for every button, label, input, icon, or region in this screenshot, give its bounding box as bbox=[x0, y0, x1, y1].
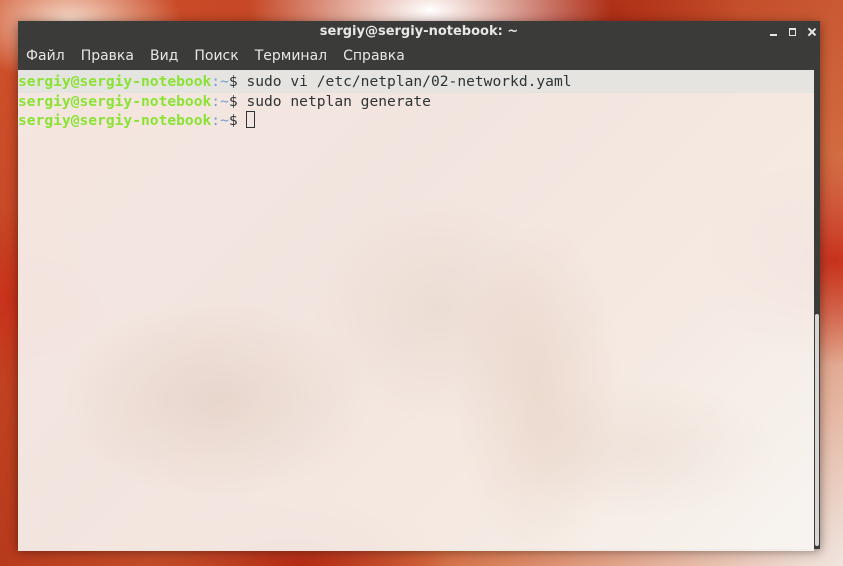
minimize-icon[interactable] bbox=[769, 26, 778, 38]
menu-search[interactable]: Поиск bbox=[186, 43, 246, 70]
terminal-line: sergiy@sergiy-notebook:~$ bbox=[18, 111, 814, 131]
window-controls bbox=[769, 21, 816, 43]
titlebar[interactable]: sergiy@sergiy-notebook: ~ bbox=[18, 21, 820, 43]
terminal-output[interactable]: sergiy@sergiy-notebook:~$ sudo vi /etc/n… bbox=[18, 70, 814, 551]
prompt-path: :~ bbox=[211, 92, 229, 110]
command-text: sudo vi /etc/netplan/02-networkd.yaml bbox=[246, 73, 572, 90]
menu-edit[interactable]: Правка bbox=[73, 43, 142, 70]
terminal-background bbox=[18, 70, 814, 551]
terminal-line: sergiy@sergiy-notebook:~$ sudo netplan g… bbox=[18, 92, 814, 112]
terminal-window: sergiy@sergiy-notebook: ~ Файл Правка Ви… bbox=[18, 21, 820, 551]
text-cursor bbox=[246, 111, 256, 128]
window-title: sergiy@sergiy-notebook: ~ bbox=[319, 24, 519, 39]
close-icon[interactable] bbox=[807, 26, 816, 38]
prompt-user: sergiy@sergiy-notebook bbox=[18, 112, 212, 129]
menu-help[interactable]: Справка bbox=[335, 43, 413, 70]
menu-terminal[interactable]: Терминал bbox=[247, 43, 335, 70]
prompt-path: :~ bbox=[211, 112, 229, 129]
prompt-symbol: $ bbox=[228, 73, 247, 90]
maximize-icon[interactable] bbox=[788, 26, 797, 38]
menu-view[interactable]: Вид bbox=[142, 43, 186, 70]
prompt-user: sergiy@sergiy-notebook bbox=[18, 73, 212, 90]
prompt-user: sergiy@sergiy-notebook bbox=[18, 92, 212, 110]
prompt-path: :~ bbox=[211, 73, 229, 90]
menu-file[interactable]: Файл bbox=[26, 43, 73, 70]
scrollbar[interactable] bbox=[814, 70, 820, 549]
prompt-symbol: $ bbox=[228, 92, 247, 110]
command-text: sudo netplan generate bbox=[246, 92, 431, 110]
terminal-line: sergiy@sergiy-notebook:~$ sudo vi /etc/n… bbox=[18, 72, 814, 92]
scrollbar-thumb[interactable] bbox=[815, 314, 819, 546]
prompt-symbol: $ bbox=[228, 112, 247, 129]
